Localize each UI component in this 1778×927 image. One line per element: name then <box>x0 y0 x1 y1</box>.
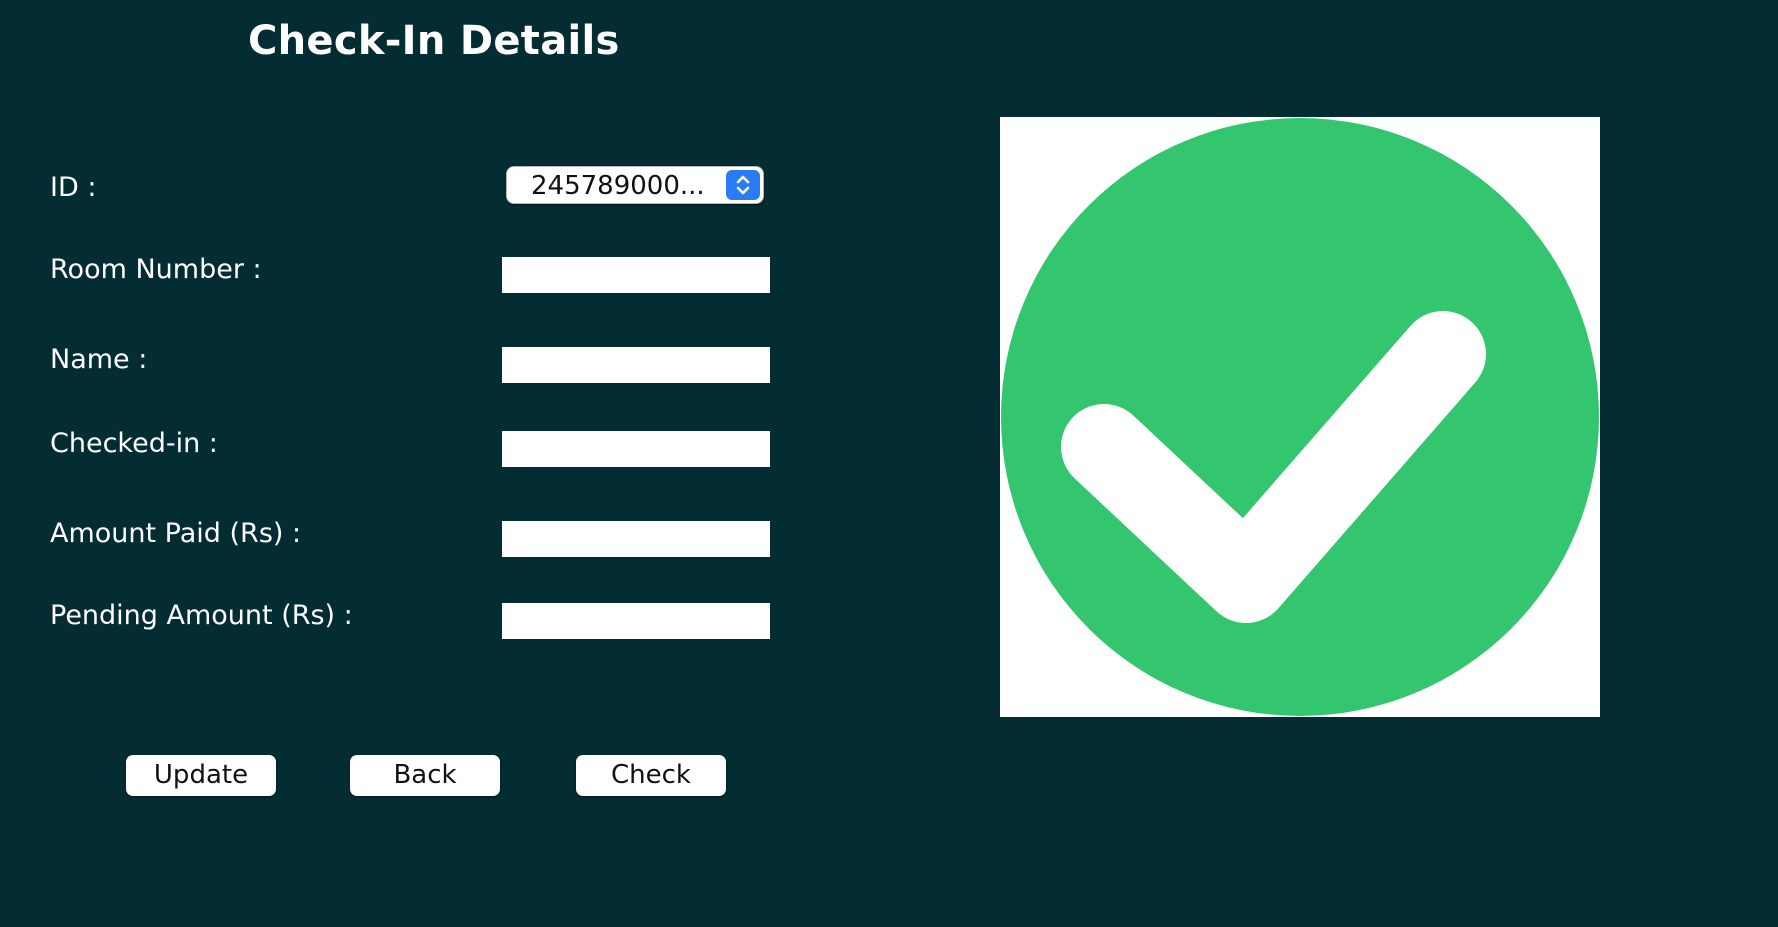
check-button[interactable]: Check <box>576 755 726 796</box>
room-number-field[interactable] <box>502 257 770 293</box>
chevron-up-down-icon <box>726 170 760 200</box>
name-label: Name : <box>50 344 148 375</box>
amount-paid-label: Amount Paid (Rs) : <box>50 518 302 549</box>
room-number-label: Room Number : <box>50 254 262 285</box>
pending-amount-field[interactable] <box>502 603 770 639</box>
update-button[interactable]: Update <box>126 755 276 796</box>
status-image <box>1000 117 1600 717</box>
checkmark-circle-icon <box>1001 118 1599 716</box>
name-field[interactable] <box>502 347 770 383</box>
back-button[interactable]: Back <box>350 755 500 796</box>
pending-amount-label: Pending Amount (Rs) : <box>50 600 353 631</box>
id-select[interactable]: 245789000... <box>506 166 764 204</box>
checked-in-label: Checked-in : <box>50 428 218 459</box>
checked-in-field[interactable] <box>502 431 770 467</box>
page-title: Check-In Details <box>248 18 620 64</box>
amount-paid-field[interactable] <box>502 521 770 557</box>
id-select-value: 245789000... <box>531 171 705 201</box>
id-label: ID : <box>50 172 97 203</box>
